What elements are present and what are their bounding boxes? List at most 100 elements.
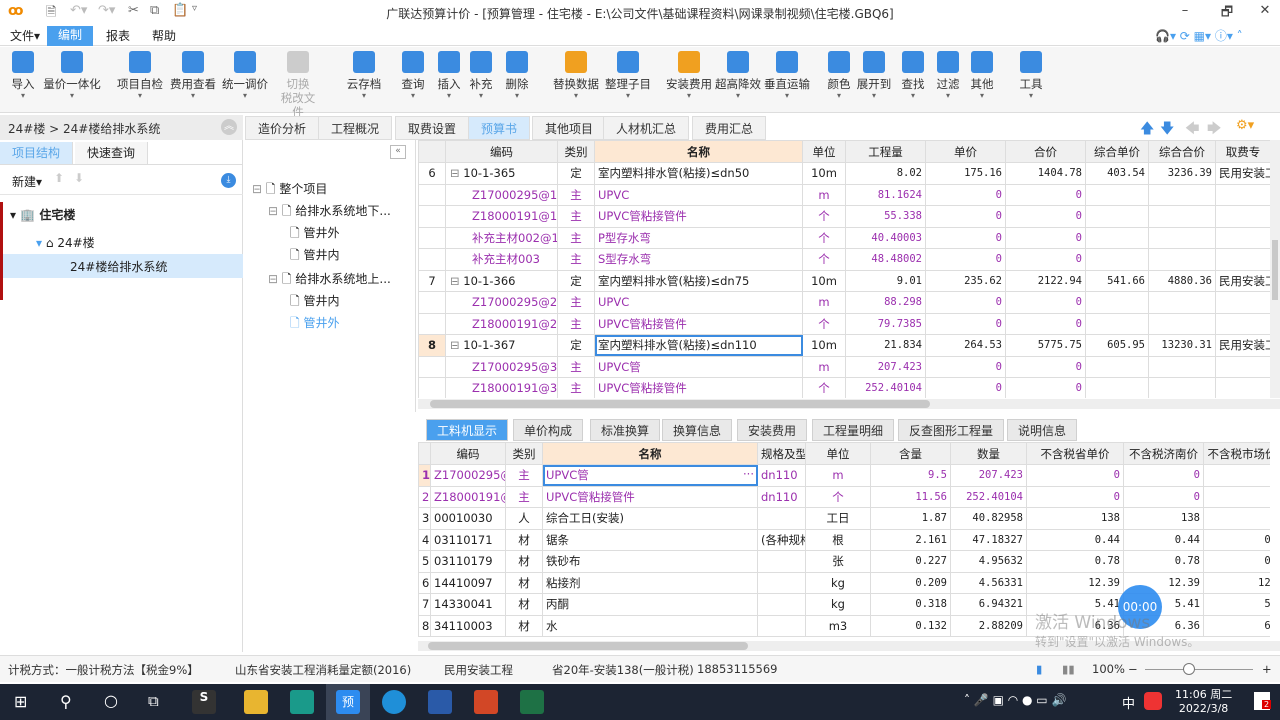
table-cell[interactable] — [1148, 248, 1216, 271]
windows-start-icon[interactable]: ⊞ — [14, 692, 27, 711]
table-cell[interactable]: 综合工日(安装) — [542, 507, 758, 530]
table-cell[interactable] — [1085, 291, 1149, 314]
bottom-tab-4[interactable]: 安装费用 — [737, 419, 808, 441]
table-cell[interactable]: 主 — [505, 485, 543, 508]
collapse-box-icon[interactable]: ⊟ — [252, 182, 262, 196]
tab-1[interactable]: 工程概况 — [318, 116, 393, 140]
table-cell[interactable]: 主 — [557, 205, 595, 228]
table-cell[interactable] — [1148, 355, 1216, 378]
table-cell[interactable]: 0 — [925, 183, 1006, 206]
bottom-tab-0[interactable]: 工料机显示 — [426, 419, 509, 441]
table-cell[interactable]: Z17000295@2 — [445, 291, 558, 314]
tree-node[interactable]: 🗋 管井内 — [290, 246, 340, 267]
column-header[interactable] — [418, 442, 431, 465]
table-cell[interactable]: 0.318 — [870, 593, 951, 616]
column-header[interactable]: 单位 — [805, 442, 871, 465]
sogou-icon[interactable] — [1144, 692, 1162, 710]
table-cell[interactable]: 138 — [1026, 507, 1124, 530]
table-cell[interactable]: 264.53 — [925, 334, 1006, 357]
table-cell[interactable] — [1085, 377, 1149, 398]
menu-edit[interactable]: 编制 — [47, 26, 93, 46]
table-cell[interactable]: 8 — [418, 614, 431, 637]
table-row[interactable]: 300010030人综合工日(安装)工日1.8740.829581381381 — [418, 507, 1270, 530]
column-header[interactable]: 综合合价 — [1148, 140, 1216, 163]
table-cell[interactable] — [418, 248, 446, 271]
table-cell[interactable]: 个 — [802, 377, 846, 398]
vertical-scrollbar[interactable] — [1270, 140, 1280, 398]
table-cell[interactable]: 主 — [557, 312, 595, 335]
table-cell[interactable]: Z18000191@3 — [430, 485, 506, 508]
table-cell[interactable]: 0 — [925, 377, 1006, 398]
table-row[interactable]: Z18000191@3 主 UPVC管粘接管件个 252.40104 0 0 — [418, 377, 1270, 398]
zoom-in-button[interactable]: + — [1262, 662, 1272, 676]
table-cell[interactable]: 1 — [1203, 507, 1270, 530]
table-cell[interactable]: 2122.94 — [1005, 269, 1086, 292]
table-cell[interactable]: m — [802, 355, 846, 378]
tree-node[interactable]: ⊟ 🗋 给排水系统地上... — [268, 270, 391, 291]
tab-project-structure[interactable]: 项目结构 — [0, 142, 74, 164]
table-cell[interactable]: 0 — [1005, 183, 1086, 206]
table-cell[interactable]: 3236.39 — [1148, 162, 1216, 185]
table-cell[interactable] — [1215, 291, 1270, 314]
table-cell[interactable] — [1085, 183, 1149, 206]
table-row[interactable]: Z17000295@3 主 UPVC管 m 207.423 0 0 — [418, 355, 1270, 378]
ime-indicator[interactable]: 中 — [1122, 693, 1135, 712]
table-cell[interactable]: 1 — [418, 464, 431, 487]
table-cell[interactable]: 个 — [805, 485, 871, 508]
table-cell[interactable] — [418, 226, 446, 249]
table-cell[interactable]: 0.209 — [870, 571, 951, 594]
table-cell[interactable]: 10m — [802, 162, 846, 185]
table-cell[interactable]: 室内塑料排水管(粘接)≤dn110 — [594, 334, 803, 357]
ribbon-button[interactable]: 工具 ▾ — [1014, 47, 1048, 113]
table-cell[interactable]: 13230.31 — [1148, 334, 1216, 357]
column-header[interactable]: 规格及型号 — [757, 442, 806, 465]
table-cell[interactable] — [1148, 226, 1216, 249]
table-cell[interactable]: 主 — [557, 291, 595, 314]
table-cell[interactable]: P型存水弯 — [594, 226, 803, 249]
table-cell[interactable]: 5 — [418, 550, 431, 573]
table-cell[interactable]: 0 — [1123, 485, 1204, 508]
column-header[interactable]: 数量 — [950, 442, 1027, 465]
table-cell[interactable]: ⊟ 10-1-366 — [445, 269, 558, 292]
table-cell[interactable]: 材 — [505, 614, 543, 637]
ribbon-button[interactable]: 查询 ▾ — [398, 47, 428, 113]
ribbon-button[interactable]: 项目自检 ▾ — [114, 47, 166, 113]
table-cell[interactable]: 主 — [557, 355, 595, 378]
table-cell[interactable]: ⊟ 10-1-365 — [445, 162, 558, 185]
table-cell[interactable]: 138 — [1123, 507, 1204, 530]
table-cell[interactable]: 0 — [1005, 312, 1086, 335]
table-cell[interactable]: 锯条 — [542, 528, 758, 551]
table-cell[interactable]: 403.54 — [1085, 162, 1149, 185]
move-up-icon[interactable]: ⬆ — [54, 171, 64, 185]
menu-report[interactable]: 报表 — [100, 27, 136, 47]
table-cell[interactable]: 水 — [542, 614, 758, 637]
table-cell[interactable]: 00010030 — [430, 507, 506, 530]
tab-6[interactable]: 费用汇总 — [692, 116, 767, 140]
table-cell[interactable] — [1215, 377, 1270, 398]
table-cell[interactable]: dn110 — [757, 464, 806, 487]
table-cell[interactable]: 0.78 — [1026, 550, 1124, 573]
ribbon-button[interactable]: 超高降效 ▾ — [714, 47, 762, 113]
edge-icon[interactable] — [382, 690, 406, 714]
table-cell[interactable]: 1.87 — [870, 507, 951, 530]
table-cell[interactable]: 605.95 — [1085, 334, 1149, 357]
table-cell[interactable]: 5775.75 — [1005, 334, 1086, 357]
collapse-panel-button[interactable]: « — [390, 145, 406, 159]
column-header[interactable]: 含量 — [870, 442, 951, 465]
table-row[interactable]: Z18000191@2 主 UPVC管粘接管件个 79.7385 0 0 — [418, 312, 1270, 335]
table-cell[interactable]: 0 — [1026, 464, 1124, 487]
table-cell[interactable]: 14330041 — [430, 593, 506, 616]
tab-0[interactable]: 造价分析 — [245, 116, 320, 140]
collapse-box-icon[interactable]: ⊟ — [268, 204, 278, 218]
table-cell[interactable] — [1148, 205, 1216, 228]
bottom-tab-7[interactable]: 说明信息 — [1007, 419, 1078, 441]
table-cell[interactable]: 工日 — [805, 507, 871, 530]
ribbon-button[interactable]: 切换 税改文件 — [276, 47, 320, 119]
table-cell[interactable]: 2.161 — [870, 528, 951, 551]
table-cell[interactable]: 55.338 — [845, 205, 926, 228]
table-cell[interactable]: m — [805, 464, 871, 487]
table-cell[interactable]: 0 — [1005, 205, 1086, 228]
table-cell[interactable]: (各种规格) — [757, 528, 806, 551]
table-cell[interactable]: UPVC管粘接管件 — [594, 312, 803, 335]
column-header[interactable]: 单位 — [802, 140, 846, 163]
